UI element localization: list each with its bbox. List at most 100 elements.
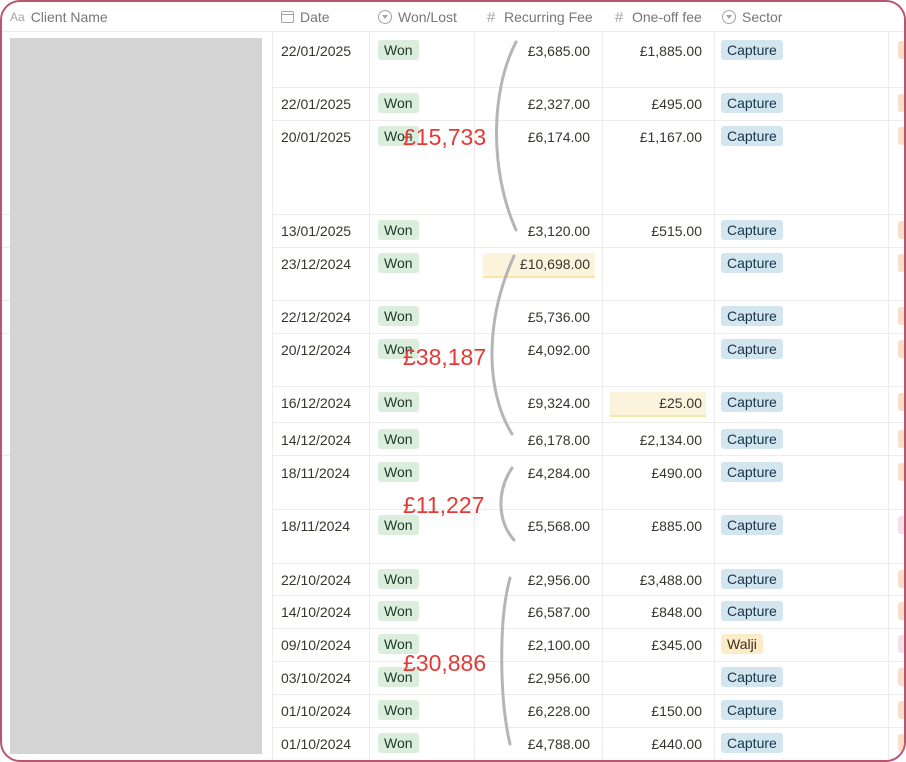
text-type-icon: Aa [10, 10, 25, 24]
one-off-fee-cell[interactable]: £150.00 [651, 701, 702, 721]
column-header-client-name[interactable]: Aa Client Name [10, 2, 108, 32]
column-header-one-off-fee[interactable]: # One-off fee [612, 2, 702, 32]
one-off-fee-cell[interactable]: £2,134.00 [640, 430, 702, 450]
date-cell[interactable]: 20/01/2025 [281, 127, 351, 147]
status-tag[interactable]: Won [378, 569, 419, 589]
sector-tag[interactable]: Capture [721, 601, 783, 621]
sector-tag[interactable]: Capture [721, 733, 783, 753]
status-tag[interactable]: Won [378, 40, 419, 60]
status-tag[interactable]: Won [378, 733, 419, 753]
status-tag[interactable]: Won [378, 429, 419, 449]
recurring-fee-cell[interactable]: £6,587.00 [528, 602, 590, 622]
status-tag[interactable]: Won [378, 220, 419, 240]
one-off-fee-cell[interactable]: £25.00 [659, 393, 702, 413]
sector-tag[interactable]: Capture [721, 220, 783, 240]
date-cell[interactable]: 18/11/2024 [281, 463, 350, 483]
date-cell[interactable]: 20/12/2024 [281, 340, 351, 360]
status-tag[interactable]: Won [378, 700, 419, 720]
sector-tag[interactable]: Capture [721, 392, 783, 412]
truncated-tag [898, 516, 904, 534]
one-off-fee-cell[interactable]: £515.00 [651, 221, 702, 241]
column-header-recurring-fee[interactable]: # Recurring Fee [484, 2, 593, 32]
sector-tag[interactable]: Capture [721, 429, 783, 449]
sector-tag[interactable]: Capture [721, 40, 783, 60]
one-off-fee-cell[interactable]: £848.00 [651, 602, 702, 622]
row-divider [272, 727, 904, 728]
date-cell[interactable]: 03/10/2024 [281, 668, 351, 688]
date-cell[interactable]: 14/12/2024 [281, 430, 351, 450]
status-tag[interactable]: Won [378, 392, 419, 412]
table-frame: Aa Client Name Date Won/Lost # Recurring… [0, 0, 906, 762]
status-tag[interactable]: Won [378, 306, 419, 326]
recurring-fee-cell[interactable]: £10,698.00 [520, 254, 590, 274]
date-cell[interactable]: 09/10/2024 [281, 635, 351, 655]
recurring-fee-cell[interactable]: £3,120.00 [528, 221, 590, 241]
month-total-november: £11,227 [403, 492, 485, 518]
date-cell[interactable]: 22/01/2025 [281, 94, 351, 114]
recurring-fee-cell[interactable]: £5,736.00 [528, 307, 590, 327]
sector-tag[interactable]: Capture [721, 569, 783, 589]
column-header-label: Won/Lost [398, 9, 457, 25]
status-tag[interactable]: Won [378, 601, 419, 621]
date-cell[interactable]: 16/12/2024 [281, 393, 351, 413]
one-off-fee-cell[interactable]: £440.00 [651, 734, 702, 754]
date-cell[interactable]: 01/10/2024 [281, 734, 351, 754]
row-divider [272, 333, 904, 334]
date-cell[interactable]: 23/12/2024 [281, 254, 351, 274]
date-cell[interactable]: 13/01/2025 [281, 221, 351, 241]
redacted-client-names [10, 38, 262, 754]
sector-tag[interactable]: Walji [721, 634, 763, 654]
date-cell[interactable]: 01/10/2024 [281, 701, 351, 721]
recurring-fee-cell[interactable]: £2,956.00 [528, 570, 590, 590]
sector-tag[interactable]: Capture [721, 253, 783, 273]
one-off-fee-cell[interactable]: £3,488.00 [640, 570, 702, 590]
recurring-fee-cell[interactable]: £9,324.00 [528, 393, 590, 413]
sector-tag[interactable]: Capture [721, 93, 783, 113]
grid-line [714, 32, 715, 760]
recurring-fee-cell[interactable]: £4,284.00 [528, 463, 590, 483]
one-off-fee-cell[interactable]: £345.00 [651, 635, 702, 655]
sector-tag[interactable]: Capture [721, 462, 783, 482]
date-cell[interactable]: 18/11/2024 [281, 516, 350, 536]
sector-tag[interactable]: Capture [721, 339, 783, 359]
date-cell[interactable]: 14/10/2024 [281, 602, 351, 622]
one-off-fee-cell[interactable]: £495.00 [651, 94, 702, 114]
column-header-date[interactable]: Date [281, 2, 330, 32]
truncated-tag [898, 221, 904, 239]
sector-tag[interactable]: Capture [721, 306, 783, 326]
column-header-won-lost[interactable]: Won/Lost [378, 2, 457, 32]
column-header-sector[interactable]: Sector [722, 2, 782, 32]
truncated-tag [898, 463, 904, 481]
date-cell[interactable]: 22/12/2024 [281, 307, 351, 327]
recurring-fee-cell[interactable]: £3,685.00 [528, 41, 590, 61]
row-divider [272, 422, 904, 423]
truncated-tag [898, 393, 904, 411]
recurring-fee-cell[interactable]: £4,092.00 [528, 340, 590, 360]
sector-tag[interactable]: Capture [721, 515, 783, 535]
recurring-fee-cell[interactable]: £6,174.00 [528, 127, 590, 147]
sector-tag[interactable]: Capture [721, 700, 783, 720]
recurring-fee-cell[interactable]: £4,788.00 [528, 734, 590, 754]
date-cell[interactable]: 22/10/2024 [281, 570, 351, 590]
truncated-tag [898, 340, 904, 358]
recurring-fee-cell[interactable]: £2,956.00 [528, 668, 590, 688]
one-off-fee-cell[interactable]: £1,167.00 [640, 127, 702, 147]
status-tag[interactable]: Won [378, 93, 419, 113]
one-off-fee-cell[interactable]: £490.00 [651, 463, 702, 483]
status-tag[interactable]: Won [378, 462, 419, 482]
date-cell[interactable]: 22/01/2025 [281, 41, 351, 61]
recurring-fee-cell[interactable]: £2,327.00 [528, 94, 590, 114]
one-off-fee-cell[interactable]: £1,885.00 [640, 41, 702, 61]
row-divider [272, 247, 904, 248]
status-tag[interactable]: Won [378, 253, 419, 273]
one-off-fee-cell[interactable]: £885.00 [651, 516, 702, 536]
sector-tag[interactable]: Capture [721, 126, 783, 146]
row-divider [272, 694, 904, 695]
recurring-fee-cell[interactable]: £6,178.00 [528, 430, 590, 450]
recurring-fee-cell[interactable]: £5,568.00 [528, 516, 590, 536]
recurring-fee-cell[interactable]: £6,228.00 [528, 701, 590, 721]
row-divider [272, 214, 904, 215]
sector-tag[interactable]: Capture [721, 667, 783, 687]
recurring-fee-cell[interactable]: £2,100.00 [528, 635, 590, 655]
truncated-tag [898, 668, 904, 686]
